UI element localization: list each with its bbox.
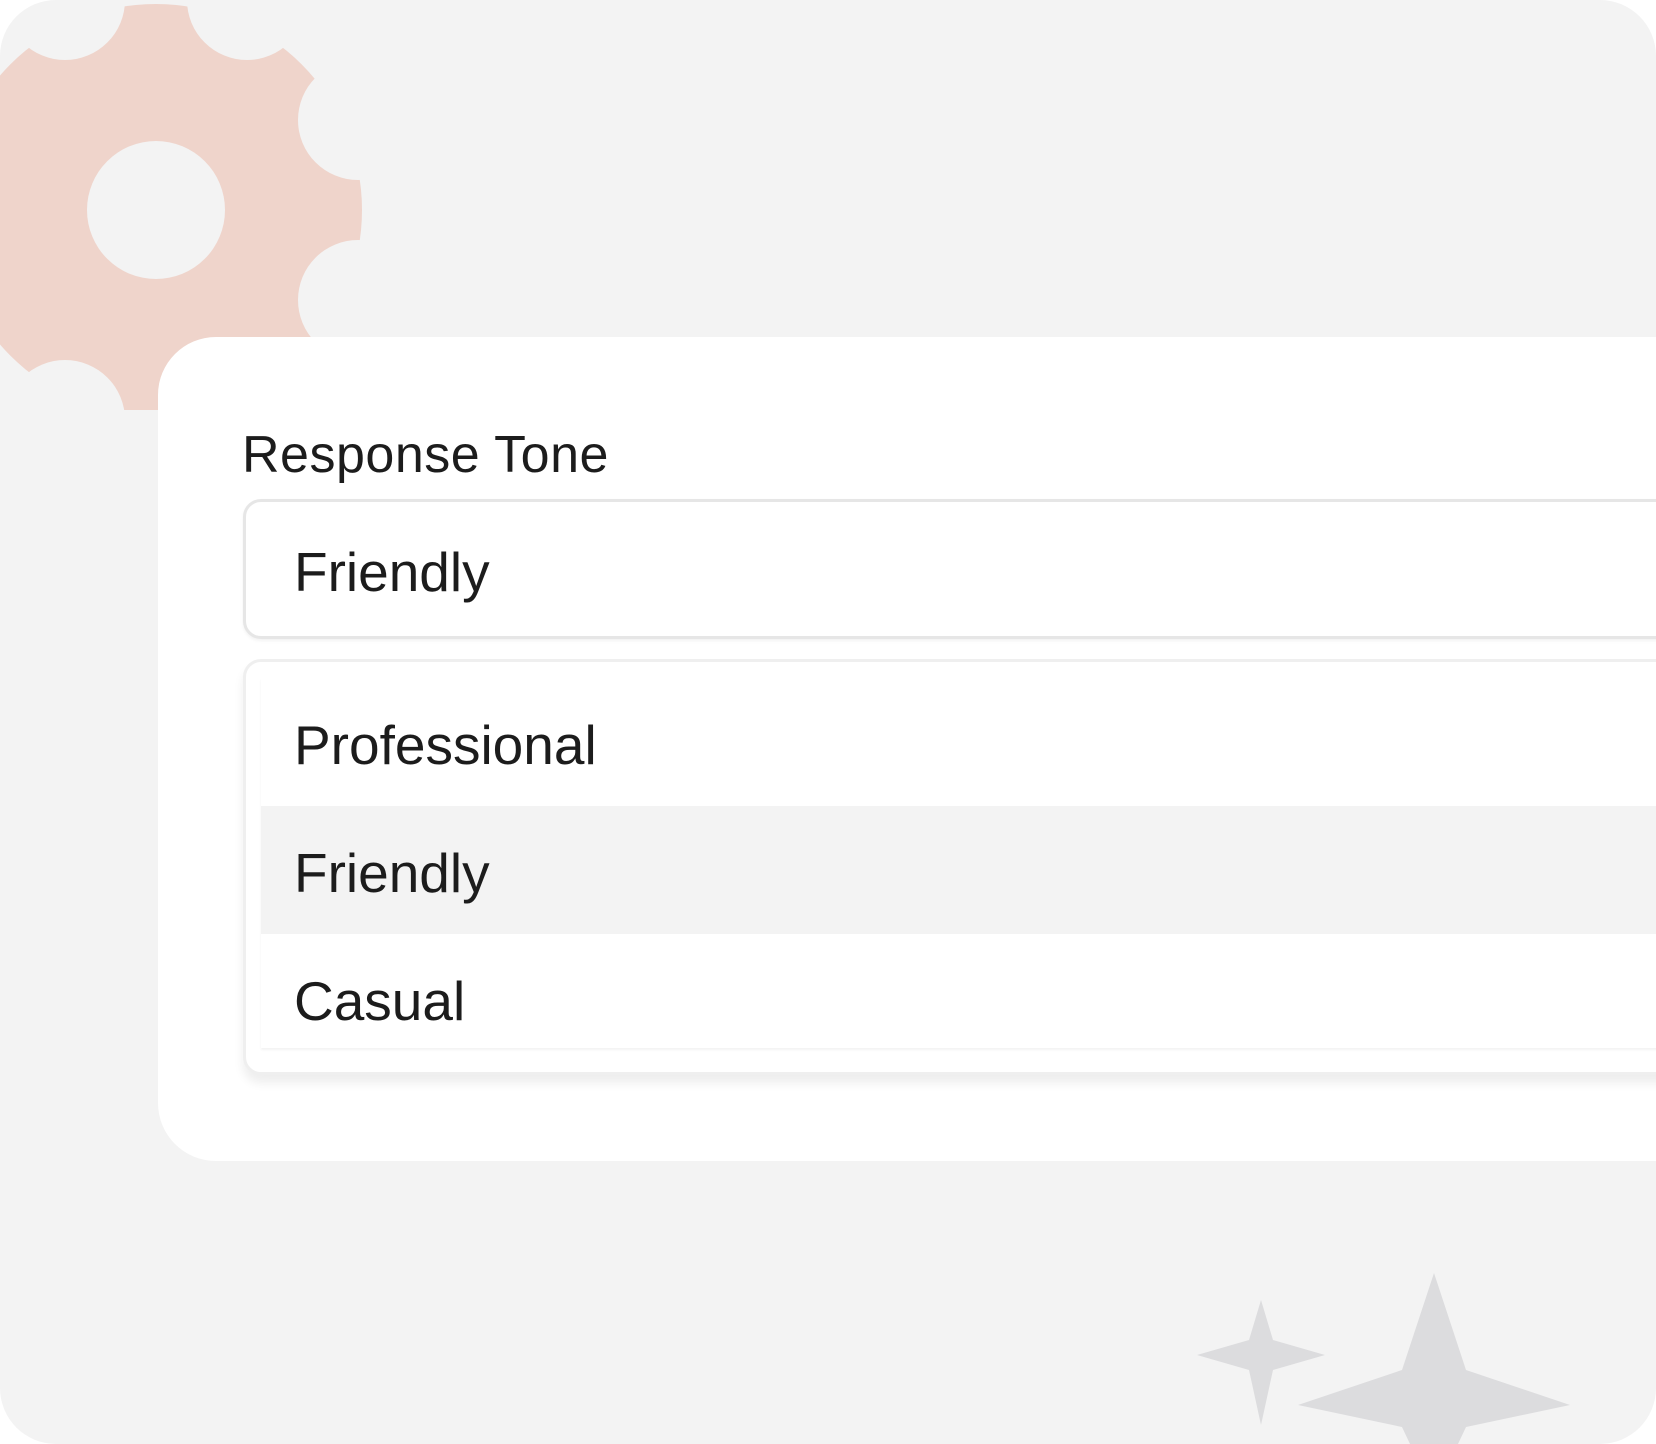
option-label: Friendly — [294, 842, 490, 904]
canvas: Response Tone Friendly Professional Frie… — [0, 0, 1656, 1444]
dropdown-menu: Professional Friendly Casual — [243, 659, 1656, 1075]
dropdown-options: Professional Friendly Casual — [261, 678, 1656, 1048]
settings-card: Response Tone Friendly Professional Frie… — [158, 337, 1656, 1161]
sparkle-icon — [1197, 1273, 1570, 1444]
response-tone-select[interactable]: Friendly — [243, 499, 1656, 639]
option-casual[interactable]: Casual — [261, 934, 1656, 1062]
option-professional[interactable]: Professional — [261, 678, 1656, 806]
response-tone-label: Response Tone — [242, 426, 609, 484]
selected-value: Friendly — [294, 541, 490, 603]
option-label: Professional — [294, 714, 597, 776]
option-friendly[interactable]: Friendly — [261, 806, 1656, 934]
option-label: Casual — [294, 970, 466, 1032]
